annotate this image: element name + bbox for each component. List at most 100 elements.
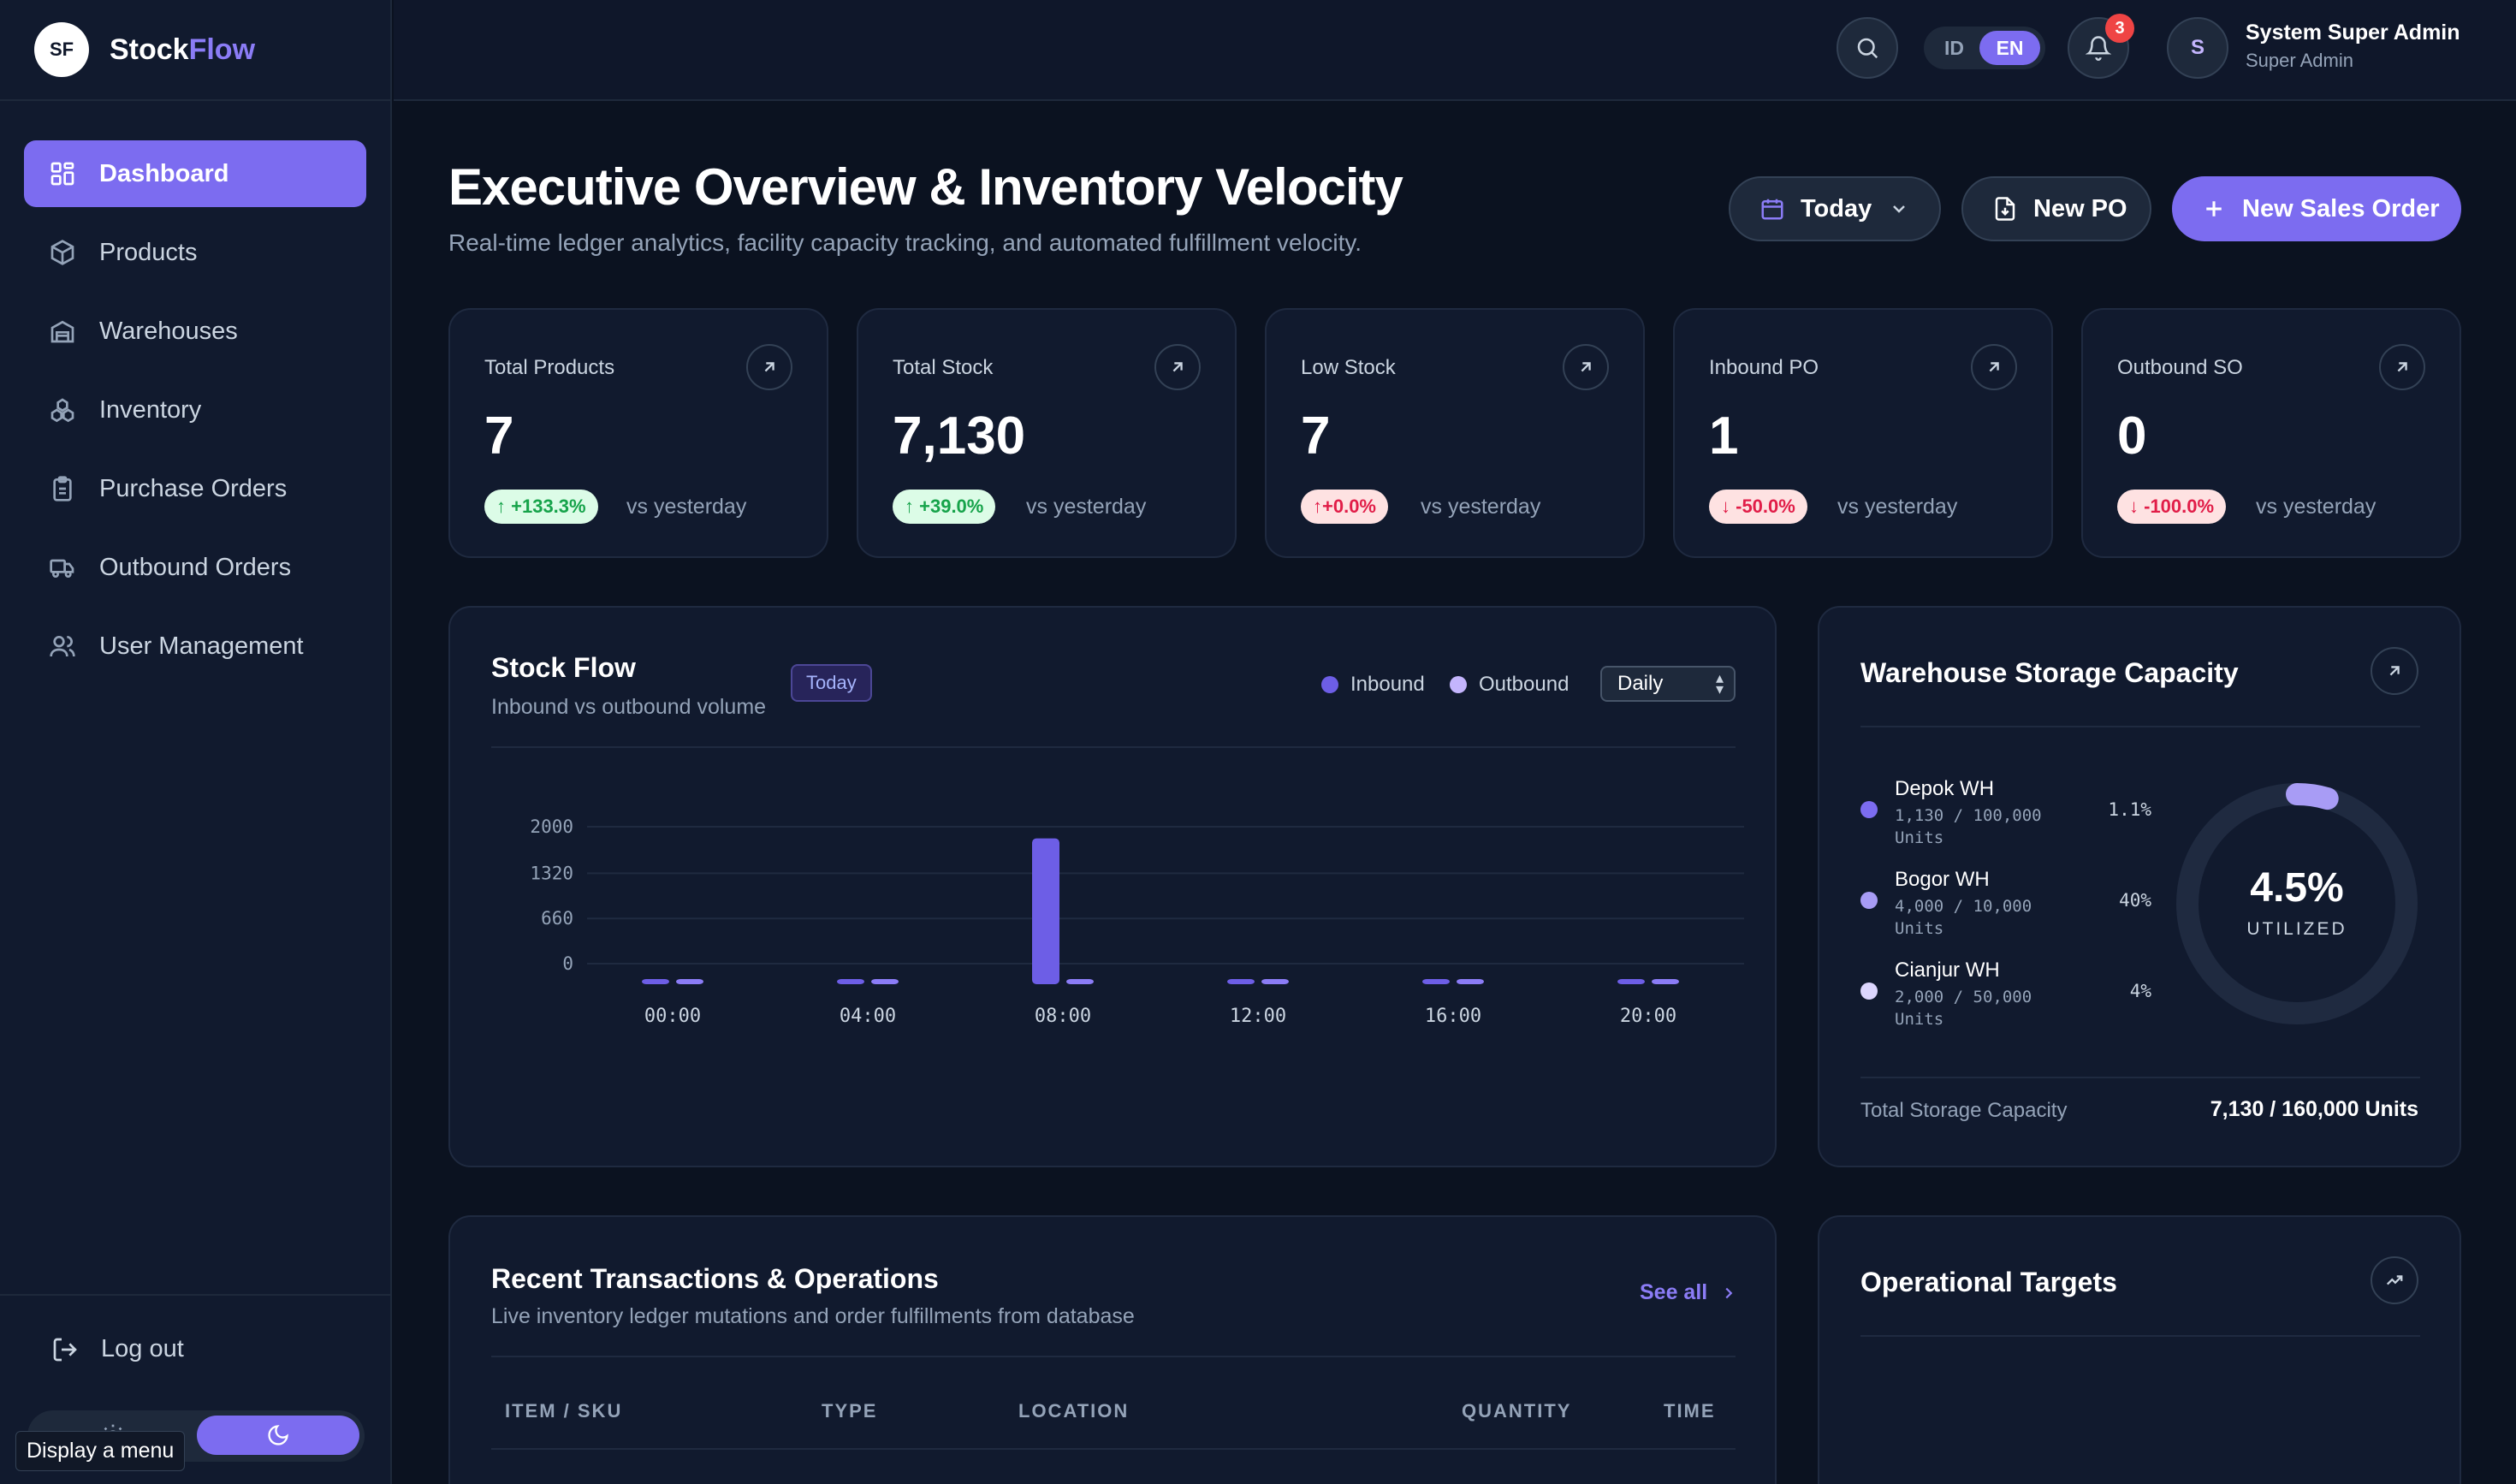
bar-inbound [1422,979,1450,984]
sidebar-item-user-management[interactable]: User Management [24,613,366,680]
bar-outbound [871,979,899,984]
stat-card-total-stock[interactable]: Total Stock 7,130 ↑ +39.0% vs yesterday [857,308,1237,558]
open-details-button[interactable] [1971,344,2017,390]
logout-label: Log out [101,1335,184,1362]
date-filter-dropdown[interactable]: Today [1729,176,1941,241]
open-details-button[interactable] [746,344,792,390]
stat-change-value: +133.3% [511,496,586,517]
page-subtitle: Real-time ledger analytics, facility cap… [448,229,1362,256]
logout-icon [53,1338,77,1361]
stat-comparison: vs yesterday [1837,495,1958,519]
legend-dot [1860,892,1878,909]
recent-transactions-subtitle: Live inventory ledger mutations and orde… [491,1304,1135,1328]
warehouse-name: Bogor WH [1895,868,1990,891]
stat-title: Low Stock [1301,356,1396,379]
x-tick-label: 20:00 [1620,1006,1676,1027]
legend-dot [1860,801,1878,818]
column-header-item[interactable]: ITEM / SKU [505,1400,622,1422]
truck-icon [48,553,77,582]
divider [491,1356,1736,1357]
open-details-button[interactable] [1154,344,1201,390]
open-details-button[interactable] [1563,344,1609,390]
stat-title: Outbound SO [2117,356,2243,379]
x-tick-label: 00:00 [644,1006,701,1027]
notifications-button[interactable]: 3 [2068,14,2134,79]
open-details-button[interactable] [2379,344,2425,390]
column-header-quantity[interactable]: QUANTITY [1462,1400,1571,1422]
warehouse-capacity-card: Warehouse Storage Capacity Depok WH 1,13… [1818,606,2461,1167]
sidebar-item-inventory[interactable]: Inventory [24,377,366,443]
arrow-up-right-icon [2389,666,2400,676]
search-button[interactable] [1837,17,1898,79]
stat-card-total-products[interactable]: Total Products 7 ↑ +133.3% vs yesterday [448,308,828,558]
y-tick-label: 2000 [530,816,573,837]
sidebar-item-outbound-orders[interactable]: Outbound Orders [24,534,366,601]
logout-button[interactable]: Log out [51,1335,184,1363]
stat-card-outbound-so[interactable]: Outbound SO 0 ↓ -100.0% vs yesterday [2081,308,2461,558]
warehouse-name: Depok WH [1895,777,1995,800]
divider [1860,1335,2420,1337]
language-switcher[interactable]: ID EN [1924,27,2045,69]
sidebar-item-label: Dashboard [99,159,229,187]
dashboard-icon [48,159,77,188]
see-all-link[interactable]: See all [1640,1280,1738,1305]
bar-outbound [1457,979,1484,984]
divider [491,1448,1736,1450]
x-tick-label: 08:00 [1035,1006,1091,1027]
bar-outbound [676,979,703,984]
column-header-type[interactable]: TYPE [822,1400,877,1422]
logo-badge: SF [34,22,89,77]
arrow-up-right-icon [1581,362,1591,372]
divider [1860,1077,2420,1078]
total-capacity-value: 7,130 / 160,000 Units [2210,1097,2418,1121]
sidebar-item-products[interactable]: Products [24,219,366,286]
arrow-down-icon: ↓ [2129,496,2145,517]
sidebar-item-purchase-orders[interactable]: Purchase Orders [24,455,366,522]
boxes-icon [48,395,77,424]
arrow-up-right-icon [1989,362,1999,372]
period-select[interactable]: Daily ▴ ▾ [1600,666,1736,702]
user-name[interactable]: System Super Admin [2246,21,2460,45]
column-header-location[interactable]: LOCATION [1018,1400,1129,1422]
sidebar-item-warehouses[interactable]: Warehouses [24,298,366,365]
stat-value: 1 [1709,407,1739,466]
new-po-button[interactable]: New PO [1961,176,2151,241]
stat-change-value: +39.0% [919,496,984,517]
new-sales-order-button[interactable]: New Sales Order [2172,176,2461,241]
stat-card-low-stock[interactable]: Low Stock 7 ↑ +0.0% vs yesterday [1265,308,1645,558]
trending-up-icon [2386,1275,2403,1285]
x-tick-label: 16:00 [1425,1006,1481,1027]
open-warehouses-button[interactable] [2371,647,2418,695]
stat-value: 7 [1301,407,1331,466]
arrow-up-right-icon [764,362,774,372]
top-bar: ID EN 3 S System Super Admin Super Admin [394,0,2516,101]
page-title: Executive Overview & Inventory Velocity [448,158,1403,216]
arrow-up-icon: ↑ [496,496,512,517]
utilization-value: 4.5% [2250,865,2344,911]
stat-comparison: vs yesterday [1421,495,1541,519]
recent-transactions-title: Recent Transactions & Operations [491,1263,939,1294]
dark-mode-button[interactable] [197,1416,359,1455]
legend-outbound[interactable]: Outbound [1450,673,1569,697]
app-name: StockFlow [110,33,255,67]
logo[interactable]: SF StockFlow [0,0,390,101]
open-targets-button[interactable] [2371,1256,2418,1304]
app-name-part1: Stock [110,33,189,66]
stat-comparison: vs yesterday [626,495,747,519]
stat-title: Total Products [484,356,615,379]
legend-inbound[interactable]: Inbound [1321,673,1425,697]
lang-option-en[interactable]: EN [1979,31,2040,65]
box-icon [48,238,77,267]
operational-targets-title: Operational Targets [1860,1267,2117,1297]
stat-card-inbound-po[interactable]: Inbound PO 1 ↓ -50.0% vs yesterday [1673,308,2053,558]
stat-change-badge: ↑ +39.0% [893,490,996,524]
sidebar-item-dashboard[interactable]: Dashboard [24,140,366,207]
sidebar-item-label: Warehouses [99,317,238,345]
arrow-up-right-icon [2397,362,2407,372]
column-header-time[interactable]: TIME [1664,1400,1716,1422]
lang-option-id[interactable]: ID [1929,37,1979,60]
stat-title: Total Stock [893,356,994,379]
avatar[interactable]: S [2167,17,2228,79]
sidebar-item-label: Outbound Orders [99,553,292,581]
arrow-up-right-icon [1172,362,1183,372]
